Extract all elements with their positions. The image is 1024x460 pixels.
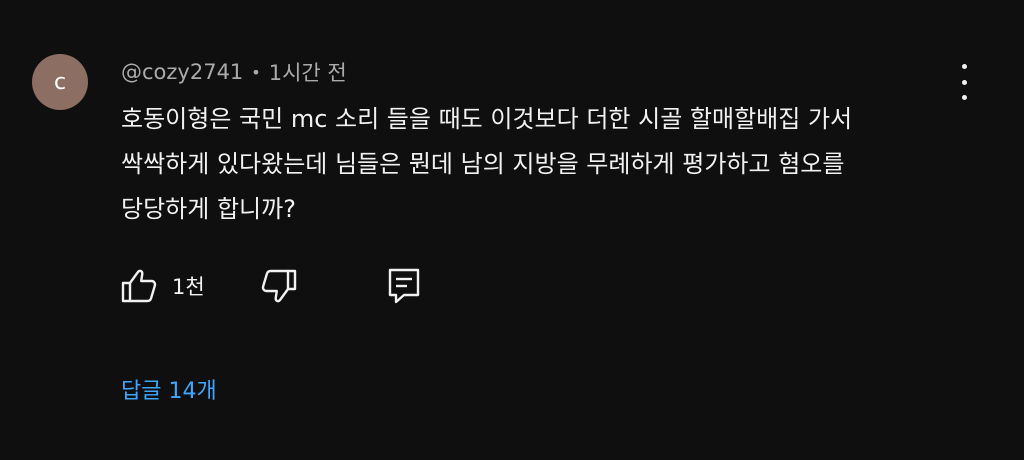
like-count: 1천 [172,275,205,299]
author-handle[interactable]: @cozy2741 [121,60,243,84]
meta-separator: • [251,62,261,82]
reply-button[interactable] [386,266,422,306]
comment-text: 호동이형은 국민 mc 소리 들을 때도 이것보다 더한 시골 할매할배집 가서… [121,105,853,223]
more-vertical-icon[interactable] [950,64,978,100]
comment-actions: 1천 [120,266,440,306]
thumbs-down-icon [260,268,298,304]
timestamp[interactable]: 1시간 전 [269,57,347,87]
thumbs-up-icon [120,268,158,304]
comment-header: @cozy2741 • 1시간 전 [121,58,347,86]
comment-reply-icon [386,267,422,305]
comment-card: c @cozy2741 • 1시간 전 호동이형은 국민 mc 소리 들을 때도… [0,0,1024,460]
menu-dot [961,64,967,69]
view-replies-link[interactable]: 답글 14개 [121,373,217,405]
avatar-letter: c [53,69,67,95]
dislike-button[interactable] [260,266,298,306]
like-button[interactable]: 1천 [120,266,205,306]
menu-dot [961,79,967,85]
avatar[interactable]: c [32,54,88,110]
